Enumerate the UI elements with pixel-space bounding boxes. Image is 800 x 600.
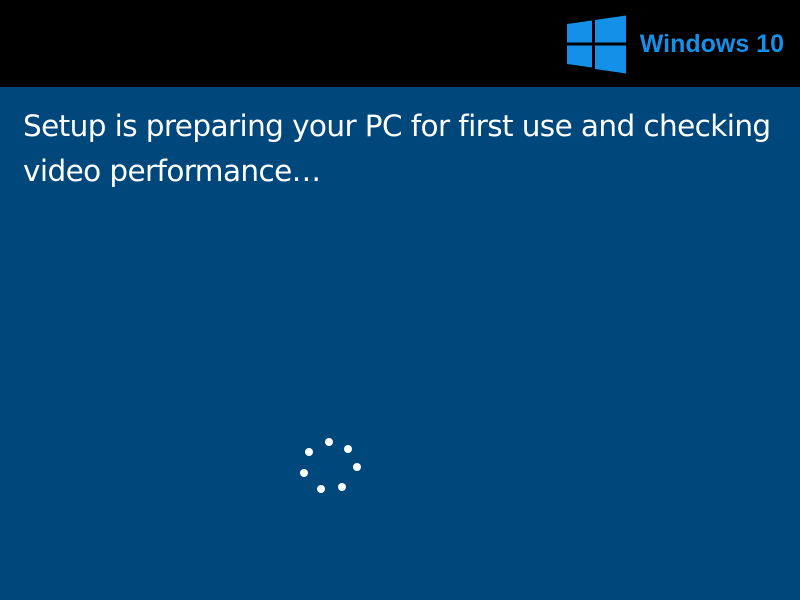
- spinner-dot: [325, 438, 333, 446]
- spinner-dot: [305, 448, 313, 456]
- spinner-icon: [296, 434, 362, 496]
- spinner-dot: [344, 445, 352, 453]
- spinner-dot: [353, 463, 361, 471]
- header-bar: Windows 10: [0, 0, 800, 87]
- windows-logo-icon: [566, 15, 626, 73]
- windows-branding: Windows 10: [566, 14, 784, 74]
- spinner-dot: [300, 469, 308, 477]
- product-name: Windows 10: [639, 29, 784, 58]
- setup-status-message: Setup is preparing your PC for first use…: [23, 109, 771, 188]
- setup-screen: Windows 10 Setup is preparing your PC fo…: [0, 0, 800, 600]
- spinner-dot: [317, 485, 325, 493]
- spinner-dot: [338, 483, 346, 491]
